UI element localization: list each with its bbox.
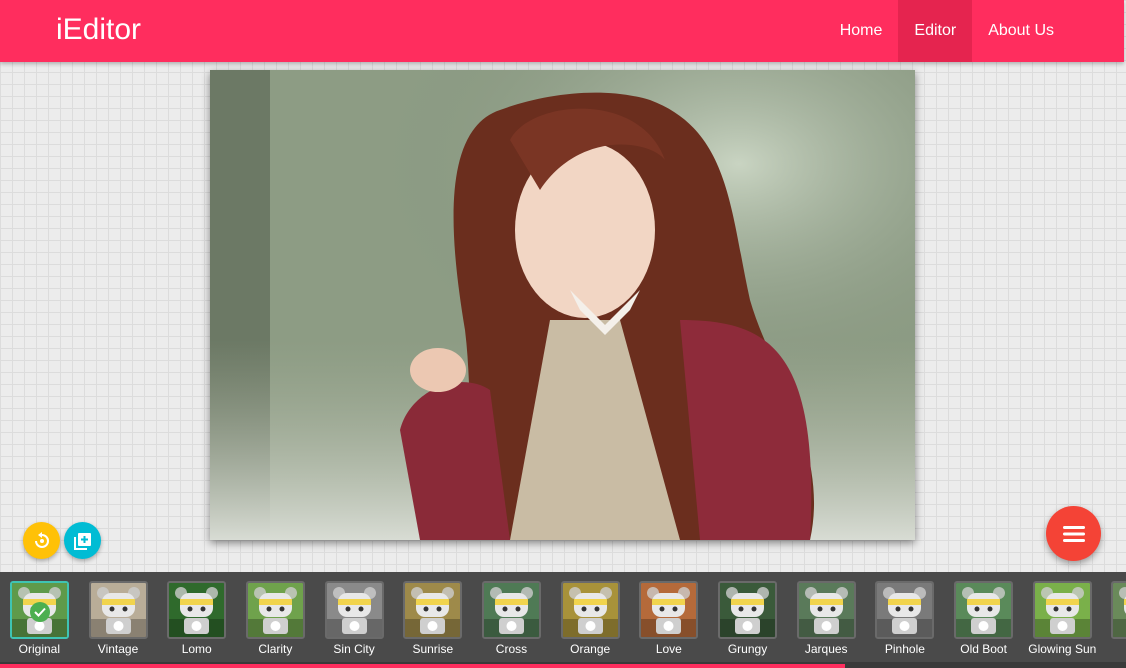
- filter-label: Lomo: [181, 642, 212, 656]
- filter-item[interactable]: Lomo: [157, 572, 236, 662]
- filter-item[interactable]: Glowing Sun: [1023, 572, 1102, 662]
- filter-thumbnail-lomo[interactable]: [167, 581, 227, 639]
- filter-item[interactable]: Original: [0, 572, 79, 662]
- robot-mascot-icon: [483, 583, 539, 637]
- add-image-icon: [73, 532, 91, 550]
- filter-item[interactable]: Jarques: [787, 572, 866, 662]
- filter-item[interactable]: Sunrise: [393, 572, 472, 662]
- robot-mascot-icon: [956, 583, 1012, 637]
- nav-home[interactable]: Home: [824, 0, 899, 62]
- robot-mascot-icon: [562, 583, 618, 637]
- filter-thumbnail-orange[interactable]: [560, 581, 620, 639]
- filter-thumbnail-original[interactable]: [9, 581, 69, 639]
- filter-label: Cross: [495, 642, 528, 656]
- filter-label: Vintage: [97, 642, 139, 656]
- filter-thumbnail-vintage[interactable]: [88, 581, 148, 639]
- selected-check-icon: [29, 602, 50, 622]
- filter-thumbnail-sin-city[interactable]: [324, 581, 384, 639]
- filter-label: Sin City: [333, 642, 375, 656]
- robot-mascot-icon: [1113, 583, 1126, 637]
- nav-about-us[interactable]: About Us: [972, 0, 1070, 62]
- filter-label: Original: [18, 642, 61, 656]
- robot-mascot-icon: [326, 583, 382, 637]
- robot-mascot-icon: [1034, 583, 1090, 637]
- filter-label: Pinhole: [884, 642, 925, 656]
- filter-label: Grungy: [727, 642, 768, 656]
- filter-thumbnail-glowing-sun[interactable]: [1032, 581, 1092, 639]
- filter-scrollbar[interactable]: [0, 662, 1126, 668]
- filter-thumbnail-grungy[interactable]: [718, 581, 778, 639]
- filter-thumbnail-sunrise[interactable]: [403, 581, 463, 639]
- filter-label: Sunrise: [412, 642, 454, 656]
- filter-item[interactable]: Cross: [472, 572, 551, 662]
- top-navbar: iEditor Home Editor About Us: [0, 0, 1124, 62]
- app-brand[interactable]: iEditor: [56, 12, 141, 48]
- filter-item[interactable]: Old Boot: [944, 572, 1023, 662]
- filter-item[interactable]: Sin City: [315, 572, 394, 662]
- reset-icon: [34, 531, 49, 548]
- filter-thumbnail-old-boot[interactable]: [954, 581, 1014, 639]
- filter-item[interactable]: Vintage: [79, 572, 158, 662]
- filter-list: Original Vintage Lomo Clarity Sin City Sunris…: [0, 572, 1126, 662]
- robot-mascot-icon: [405, 583, 461, 637]
- filter-thumbnail-cross[interactable]: [481, 581, 541, 639]
- robot-mascot-icon: [641, 583, 697, 637]
- filter-item[interactable]: Clarity: [236, 572, 315, 662]
- nav-editor[interactable]: Editor: [898, 0, 973, 62]
- robot-mascot-icon: [90, 583, 146, 637]
- filter-strip: Original Vintage Lomo Clarity Sin City Sunris…: [0, 572, 1126, 668]
- add-image-button[interactable]: [64, 522, 101, 559]
- filter-item[interactable]: Ha: [1102, 572, 1126, 662]
- menu-button[interactable]: [1046, 506, 1101, 561]
- robot-mascot-icon: [798, 583, 854, 637]
- filter-scrollbar-thumb[interactable]: [0, 664, 845, 668]
- filter-thumbnail-jarques[interactable]: [796, 581, 856, 639]
- filter-thumbnail-clarity[interactable]: [245, 581, 305, 639]
- filter-thumbnail-pinhole[interactable]: [875, 581, 935, 639]
- menu-icon: [1062, 525, 1085, 542]
- filter-thumbnail-ha[interactable]: [1111, 581, 1126, 639]
- robot-mascot-icon: [169, 583, 225, 637]
- main-nav: Home Editor About Us: [824, 0, 1124, 62]
- robot-mascot-icon: [247, 583, 303, 637]
- filter-label: Love: [655, 642, 682, 656]
- filter-item[interactable]: Grungy: [708, 572, 787, 662]
- filter-label: Clarity: [258, 642, 293, 656]
- photo-illustration: [210, 70, 915, 540]
- filter-label: Old Boot: [960, 642, 1007, 656]
- robot-mascot-icon: [720, 583, 776, 637]
- filter-thumbnail-love[interactable]: [639, 581, 699, 639]
- reset-button[interactable]: [23, 522, 60, 559]
- robot-mascot-icon: [877, 583, 933, 637]
- editing-canvas-photo[interactable]: [210, 70, 915, 540]
- filter-item[interactable]: Orange: [551, 572, 630, 662]
- filter-label: Orange: [570, 642, 611, 656]
- filter-item[interactable]: Pinhole: [866, 572, 945, 662]
- filter-item[interactable]: Love: [630, 572, 709, 662]
- filter-label: Jarques: [804, 642, 848, 656]
- filter-label: Glowing Sun: [1028, 642, 1097, 656]
